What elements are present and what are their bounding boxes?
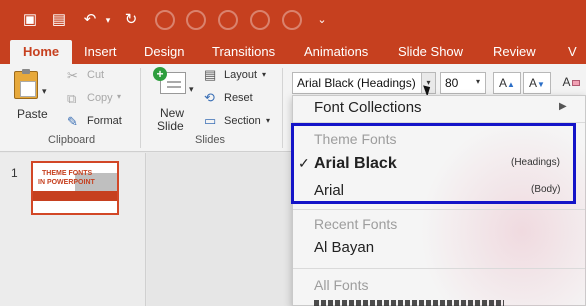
copy-dropdown-icon[interactable]: ▾ [117,92,121,101]
menu-divider [293,268,585,269]
tab-review[interactable]: Review [493,44,536,59]
slide-number: 1 [11,166,18,180]
disabled-tool-icon [282,10,302,30]
tab-transitions[interactable]: Transitions [212,44,275,59]
clear-formatting-button[interactable]: A [556,72,586,94]
save-icon[interactable]: ▤ [51,12,67,28]
font-size-value: 80 [445,76,459,90]
ribbon-tab-bar: Home Insert Design Transitions Animation… [0,40,586,64]
menu-item-font-collections[interactable]: Font Collections [314,99,422,116]
paste-dropdown-icon[interactable]: ▾ [42,86,47,97]
font-name-value: Arial Black (Headings) [297,76,416,90]
paste-button[interactable]: Paste [17,107,48,121]
font-size-dropdown-icon[interactable]: ▾ [476,77,480,86]
cut-button[interactable]: Cut [87,69,104,81]
section-button[interactable]: Section [224,115,261,127]
tab-view[interactable]: V [568,44,577,59]
undo-dropdown-icon[interactable]: ▾ [100,12,116,28]
copy-button[interactable]: Copy [87,92,113,104]
layout-button[interactable]: Layout [224,69,257,81]
clipboard-group-label: Clipboard [48,134,96,146]
decrease-font-size-button[interactable]: A▼ [523,72,551,94]
menu-divider [293,209,585,210]
tab-slide-show[interactable]: Slide Show [398,44,463,59]
tab-design[interactable]: Design [144,44,184,59]
format-painter-button[interactable]: Format [87,115,122,127]
disabled-tool-icon [218,10,238,30]
font-name-field[interactable]: Arial Black (Headings) [292,72,436,94]
disabled-tool-icon [155,10,175,30]
section-dropdown-icon[interactable]: ▾ [266,116,270,125]
new-slide-icon[interactable]: + [153,67,186,94]
disabled-tool-icon [186,10,206,30]
new-slide-dropdown-icon[interactable]: ▾ [189,84,194,95]
tab-home[interactable]: Home [10,40,73,64]
slide-thumb-title-1: THEME FONTS [42,170,93,177]
slides-group-label: Slides [195,134,225,146]
increase-font-size-button[interactable]: A▲ [493,72,521,94]
layout-icon[interactable]: ▤ [204,67,216,83]
disabled-tool-icon [250,10,270,30]
all-fonts-header: All Fonts [314,277,369,293]
copy-icon[interactable]: ⧉ [67,91,76,107]
undo-icon[interactable]: ↶ [82,12,98,28]
slide-thumb-title-2: IN POWERPOINT [38,179,95,186]
paste-icon[interactable] [14,69,38,99]
format-painter-icon[interactable]: ✎ [67,114,78,130]
new-slide-label-2[interactable]: Slide [157,119,184,133]
sidebar-toggle-icon[interactable]: ▣ [22,12,38,28]
submenu-arrow-icon: ▶ [559,101,567,112]
group-divider [140,68,141,148]
reset-icon[interactable]: ⟲ [204,90,215,106]
theme-fonts-highlight-box [291,123,576,204]
title-bar: ▣ ▤ ↶ ▾ ↻ ⌄ [0,0,586,40]
cut-icon[interactable]: ✂ [67,68,78,84]
redo-icon[interactable]: ↻ [123,12,139,28]
tab-animations[interactable]: Animations [304,44,368,59]
section-icon[interactable]: ▭ [204,113,216,129]
group-divider [282,68,283,148]
layout-dropdown-icon[interactable]: ▾ [262,70,266,79]
menu-item-al-bayan[interactable]: Al Bayan [314,239,374,256]
slide-thumbnail[interactable]: THEME FONTS IN POWERPOINT [31,161,119,215]
font-list-cut-off-row[interactable] [314,300,504,306]
tab-insert[interactable]: Insert [84,44,117,59]
reset-button[interactable]: Reset [224,92,253,104]
customize-toolbar-icon[interactable]: ⌄ [314,12,330,28]
recent-fonts-header: Recent Fonts [314,216,398,232]
new-slide-label[interactable]: New [160,106,184,120]
